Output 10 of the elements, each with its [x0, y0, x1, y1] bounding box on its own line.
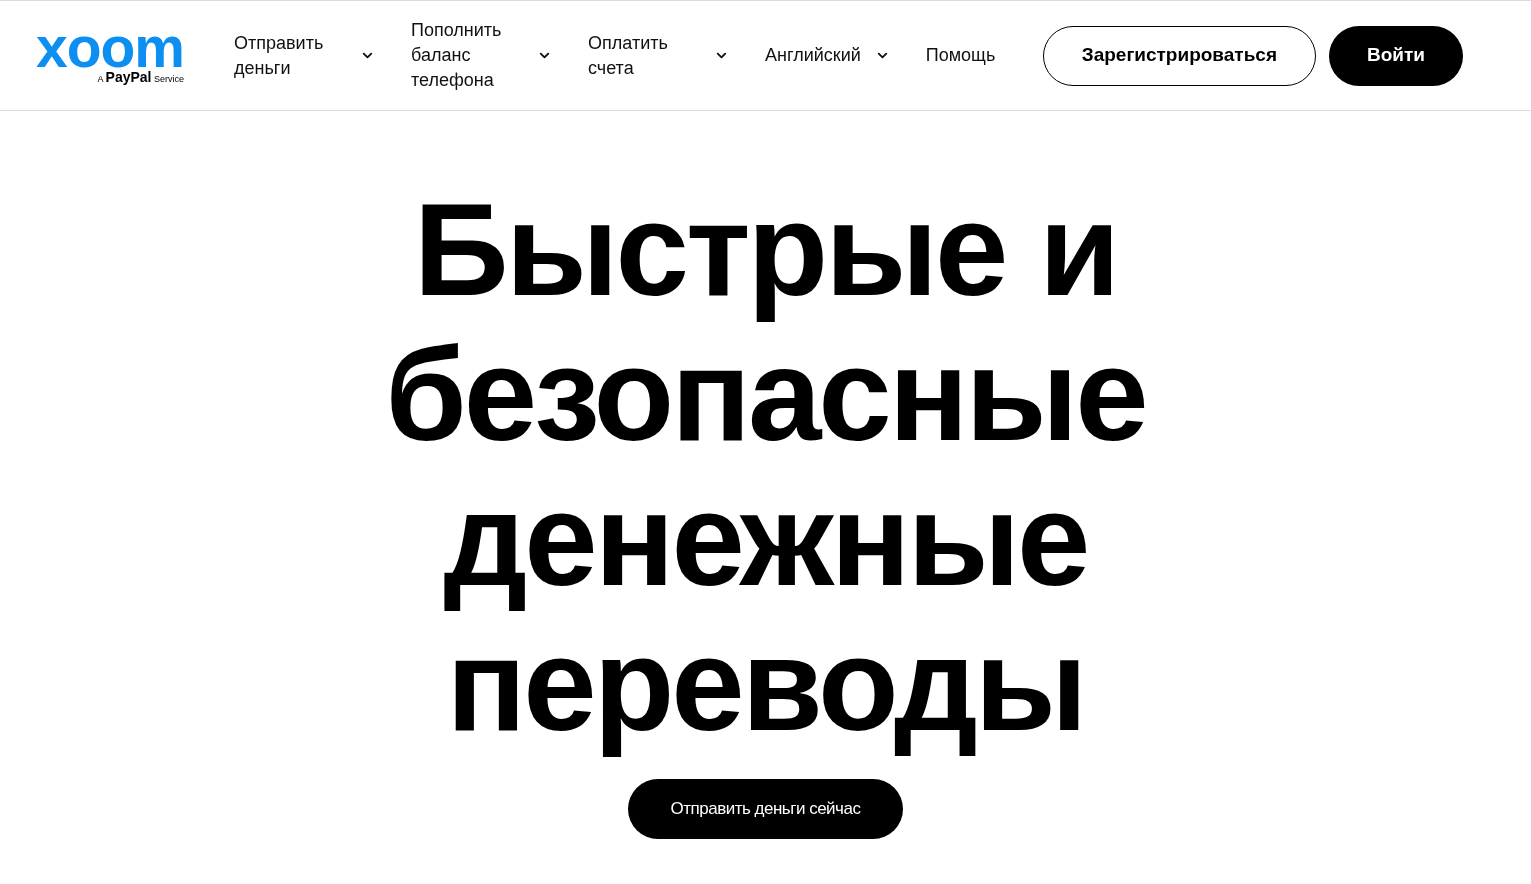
send-money-now-button[interactable]: Отправить деньги сейчас: [628, 779, 903, 839]
nav-dropdown[interactable]: Английский: [765, 43, 890, 68]
nav-dropdown[interactable]: Отправить деньги: [234, 30, 376, 81]
logo-tagline: A PayPal Service: [97, 68, 185, 87]
nav-link[interactable]: Помощь: [925, 43, 996, 68]
nav-dropdown[interactable]: Оплатить счета: [588, 30, 730, 81]
login-button[interactable]: Войти: [1329, 25, 1463, 86]
register-button[interactable]: Зарегистрироваться: [1042, 25, 1316, 86]
nav-dropdown[interactable]: Пополнить баланс телефона: [411, 18, 553, 93]
hero-heading: Быстрые и безопасные денежные переводы: [384, 177, 1147, 757]
